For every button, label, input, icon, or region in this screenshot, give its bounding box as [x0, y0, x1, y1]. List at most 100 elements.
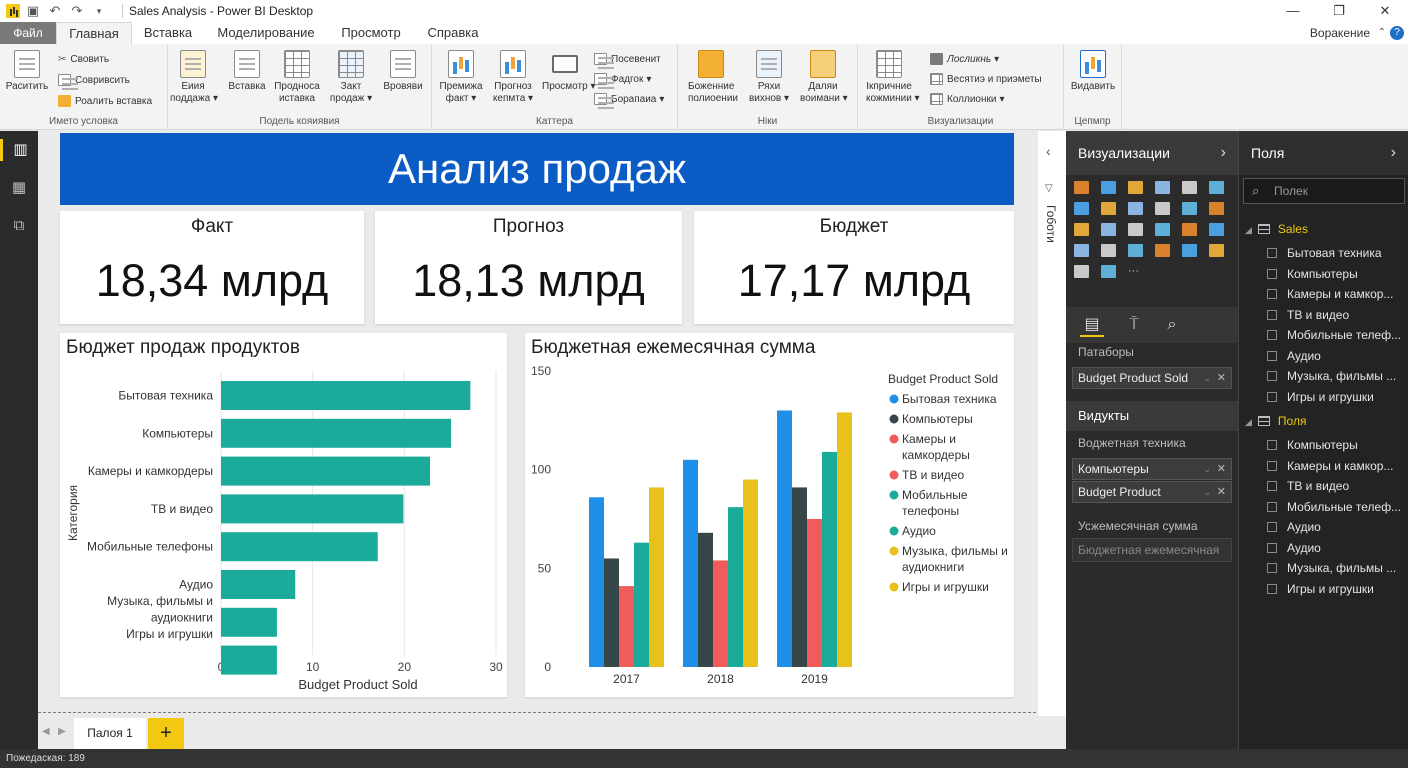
monthly-budget-chart[interactable]: Бюджетная ежемесячная сумма 0 50 100 150 201… [525, 333, 1014, 697]
model-view-icon[interactable]: ⧉ [8, 215, 30, 237]
visualizations-header[interactable]: Визуализации › [1066, 131, 1238, 175]
kpi-card-budget[interactable]: Бюджет 17,17 млрд [694, 211, 1014, 324]
well-field-computers[interactable]: Компьютеры ⌄ ✕ [1072, 458, 1232, 480]
tab-modeling[interactable]: Моделирование [206, 22, 326, 44]
field-checkbox[interactable] [1267, 309, 1277, 320]
save-icon[interactable]: ▣ [26, 4, 40, 18]
visual-type-icon[interactable] [1182, 223, 1197, 236]
expand-triangle-icon[interactable]: ◢ [1245, 225, 1252, 235]
redo-icon[interactable]: ↷ [70, 4, 84, 18]
field-item[interactable]: ТВ и видео [1267, 305, 1407, 325]
fields-search-input[interactable]: ⌕ Полек [1243, 178, 1405, 204]
well-field-budget-product[interactable]: Budget Product ⌄ ✕ [1072, 481, 1232, 503]
field-item[interactable]: Бытовая техника [1267, 243, 1407, 263]
visual-type-icon[interactable] [1155, 181, 1170, 194]
field-item[interactable]: ТВ и видео [1267, 476, 1407, 496]
field-checkbox[interactable] [1267, 563, 1277, 573]
copy-button[interactable]: Совривсить [58, 71, 130, 89]
field-checkbox[interactable] [1267, 371, 1277, 381]
collapse-ribbon-icon[interactable]: ⌃ [1378, 22, 1386, 44]
maximize-icon[interactable]: ❐ [1316, 0, 1362, 22]
recent-sources-button[interactable]: Вставка [224, 50, 270, 93]
field-checkbox[interactable] [1267, 350, 1277, 361]
format-paint-roller-icon[interactable]: ⍑ [1122, 313, 1146, 337]
visual-type-icon[interactable] [1155, 202, 1170, 215]
prev-page-icon[interactable]: ◀ [42, 726, 50, 737]
account-label[interactable]: Воракение [1310, 22, 1370, 44]
field-checkbox[interactable] [1267, 481, 1277, 491]
expand-triangle-icon[interactable]: ◢ [1245, 417, 1252, 427]
tab-file[interactable]: Файл [0, 22, 56, 44]
visual-type-icon[interactable] [1101, 265, 1116, 278]
visual-type-icon[interactable] [1074, 181, 1089, 194]
quick-access-dropdown-icon[interactable]: ▾ [92, 4, 106, 18]
fields-header[interactable]: Поля › [1239, 131, 1408, 175]
visual-type-icon[interactable] [1209, 202, 1224, 215]
cut-button[interactable]: ✂ Свовить [58, 50, 109, 68]
columns-button[interactable]: Коллионки ▾ [930, 90, 1005, 108]
visual-type-icon[interactable] [1128, 244, 1143, 257]
field-item[interactable]: Аудио [1267, 517, 1407, 537]
field-checkbox[interactable] [1267, 440, 1277, 450]
field-item[interactable]: Камеры и камкор... [1267, 284, 1407, 304]
page-tab-1[interactable]: Палоя 1 [74, 718, 146, 749]
well-section-header[interactable]: Видукты [1066, 401, 1238, 431]
tab-insert[interactable]: Вставка [138, 22, 198, 44]
kpi-card-forecast[interactable]: Прогноз 18,13 млрд [375, 211, 682, 324]
visual-type-icon[interactable] [1128, 181, 1143, 194]
remove-field-icon[interactable]: ✕ [1217, 482, 1226, 502]
chevron-right-icon[interactable]: › [1391, 131, 1396, 175]
fields-tab-icon[interactable]: ▤ [1080, 313, 1104, 337]
tab-home[interactable]: Главная [56, 22, 132, 44]
visual-type-icon[interactable] [1155, 244, 1170, 257]
remove-field-icon[interactable]: ✕ [1217, 459, 1226, 479]
image-button[interactable]: Фадгок ▾ [594, 70, 651, 88]
field-item[interactable]: Аудио [1267, 346, 1407, 366]
field-item[interactable]: Игры и игрушки [1267, 387, 1407, 407]
relationships-button[interactable]: Ікпричние кожминии ▾ [866, 50, 920, 105]
field-checkbox[interactable] [1267, 391, 1277, 402]
field-table-header[interactable]: ◢ Поля [1245, 411, 1306, 431]
visual-type-icon[interactable] [1155, 223, 1170, 236]
product-budget-chart[interactable]: Бюджет продаж продуктов 0102030Бытовая т… [60, 333, 507, 697]
visual-type-icon[interactable] [1074, 265, 1089, 278]
field-checkbox[interactable] [1267, 289, 1277, 299]
tab-help[interactable]: Справка [418, 22, 488, 44]
more-visuals-icon[interactable]: ··· [1128, 265, 1143, 278]
field-item[interactable]: Аудио [1267, 538, 1407, 558]
well-field-budget[interactable]: Budget Product Sold ⌄ ✕ [1072, 367, 1232, 389]
close-icon[interactable]: ✕ [1362, 0, 1408, 22]
field-checkbox[interactable] [1267, 522, 1277, 532]
visual-type-icon[interactable] [1074, 223, 1089, 236]
minimize-icon[interactable]: — [1270, 0, 1316, 22]
filters-collapsed-pane[interactable]: ‹ ▽ Гоботи [1038, 131, 1066, 749]
field-item[interactable]: Компьютеры [1267, 435, 1407, 455]
field-item[interactable]: Камеры и камкор... [1267, 456, 1407, 476]
publish-button[interactable]: Видавить [1070, 50, 1116, 93]
tab-view[interactable]: Просмотр [333, 22, 409, 44]
format-painter-button[interactable]: Роалить вставка [58, 92, 152, 110]
field-item[interactable]: Музыка, фильмы ... [1267, 366, 1407, 386]
field-item[interactable]: Игры и игрушки [1267, 579, 1407, 599]
kpi-card-fact[interactable]: Факт 18,34 млрд [60, 211, 364, 324]
enter-data-button[interactable]: Продноса иставка [274, 50, 320, 105]
field-checkbox[interactable] [1267, 542, 1277, 553]
undo-icon[interactable]: ↶ [48, 4, 62, 18]
visual-type-icon[interactable] [1128, 202, 1143, 215]
get-data-button[interactable]: Еиия поддажа ▾ [170, 50, 218, 105]
view-button[interactable]: Просмотр ▾ [542, 50, 595, 93]
visual-type-icon[interactable] [1074, 244, 1089, 257]
new-visual-button[interactable]: Премижа факт ▾ [438, 50, 484, 105]
add-page-button[interactable]: + [148, 718, 184, 749]
field-checkbox[interactable] [1267, 501, 1277, 512]
visual-type-icon[interactable] [1101, 223, 1116, 236]
field-item[interactable]: Музыка, фильмы ... [1267, 558, 1407, 578]
field-dropdown-icon[interactable]: ⌄ [1203, 368, 1211, 388]
field-checkbox[interactable] [1267, 583, 1277, 594]
visual-type-icon[interactable] [1074, 202, 1089, 215]
shapes-button[interactable]: Борапаиа ▾ [594, 90, 664, 108]
field-checkbox[interactable] [1267, 248, 1277, 258]
analytics-magnifier-icon[interactable]: ⌕ [1160, 313, 1184, 337]
visual-type-icon[interactable] [1101, 244, 1116, 257]
collapse-arrow-icon[interactable]: ‹ [1046, 143, 1051, 159]
